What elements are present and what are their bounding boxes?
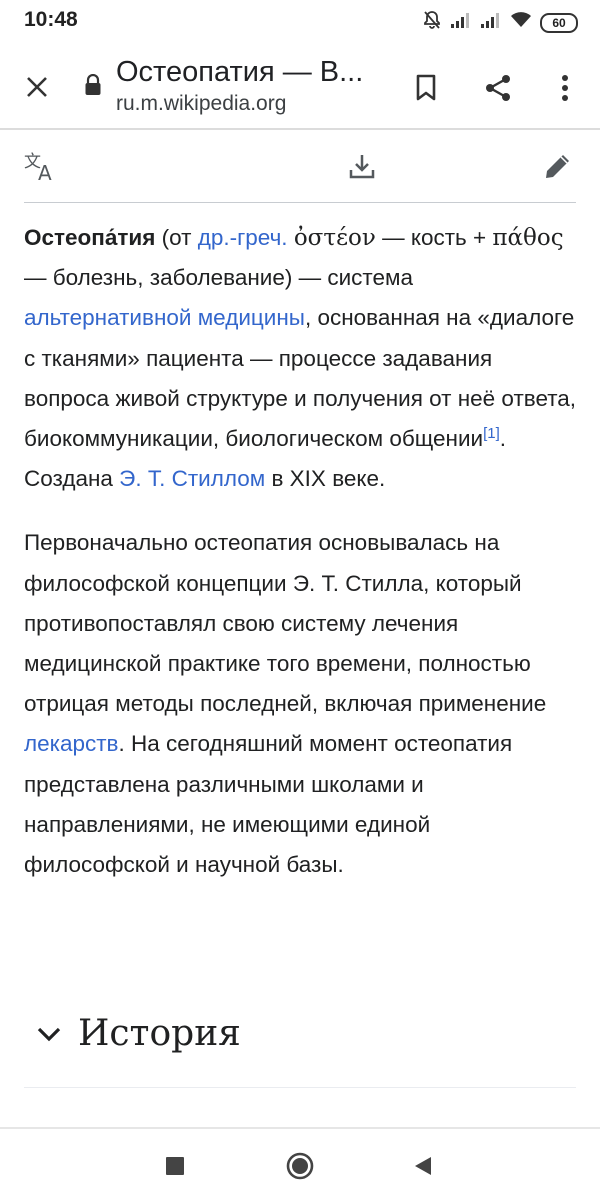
close-icon[interactable]	[20, 70, 54, 104]
status-time: 10:48	[24, 8, 78, 31]
svg-text:A: A	[38, 161, 52, 182]
text-run: (от	[155, 225, 198, 250]
section-divider	[24, 1087, 576, 1088]
section-heading: История	[78, 1013, 241, 1054]
battery-icon: 60	[540, 12, 578, 33]
page-url[interactable]: ru.m.wikipedia.org	[116, 92, 286, 116]
paragraph-history-summary: Первоначально остеопатия основывалась на…	[24, 523, 580, 885]
recents-square-icon[interactable]	[158, 1149, 192, 1183]
link-drugs[interactable]: лекарств	[24, 731, 119, 756]
chevron-down-icon	[36, 1025, 62, 1048]
more-vert-icon[interactable]	[543, 66, 587, 110]
edit-pencil-icon[interactable]	[538, 146, 578, 186]
link-still[interactable]: Э. Т. Стиллом	[119, 466, 265, 491]
page-actions-bar: 文A	[0, 130, 600, 202]
text-run: в XIX веке.	[265, 466, 386, 492]
wifi-icon	[510, 11, 532, 34]
article-body: Остеопа́тия (от др.-греч. ὀστέον — кость…	[24, 218, 580, 885]
signal-icon	[480, 11, 502, 34]
text-run: — болезнь, заболевание) — система	[24, 265, 413, 291]
mute-bell-icon	[422, 10, 442, 35]
lock-icon	[84, 73, 102, 101]
greek-word-bone: ὀστέον	[293, 225, 376, 251]
status-bar: 10:48 60	[0, 0, 600, 44]
actions-divider	[24, 202, 576, 203]
translate-icon[interactable]: 文A	[22, 146, 62, 186]
browser-toolbar: Остеопатия — В... ru.m.wikipedia.org	[0, 44, 600, 128]
android-nav-bar	[0, 1127, 600, 1201]
article-term: Остеопа́тия	[24, 225, 156, 250]
download-icon[interactable]	[342, 146, 382, 186]
status-icons: 60	[422, 10, 578, 35]
signal-icon	[450, 11, 472, 34]
page-title[interactable]: Остеопатия — В...	[116, 56, 386, 89]
link-ancient-greek[interactable]: др.-греч.	[198, 225, 288, 250]
text-run: Первоначально остеопатия основывалась на…	[24, 530, 547, 717]
share-icon[interactable]	[476, 66, 520, 110]
text-run: — кость +	[375, 225, 493, 250]
greek-word-disease: πάθος	[492, 225, 564, 251]
reference-link-1[interactable]: [1]	[483, 425, 500, 442]
link-alternative-medicine[interactable]: альтернативной медицины	[24, 305, 305, 330]
back-triangle-icon[interactable]	[406, 1149, 440, 1183]
bookmark-icon[interactable]	[404, 66, 448, 110]
paragraph-intro: Остеопа́тия (от др.-греч. ὀστέον — кость…	[24, 218, 580, 499]
home-circle-icon[interactable]	[283, 1149, 317, 1183]
section-history-toggle[interactable]: История	[24, 1005, 576, 1087]
